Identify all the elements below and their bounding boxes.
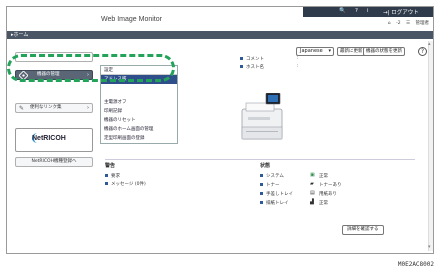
chevron-right-icon: › <box>87 72 89 78</box>
sidebar-device-label: 機器の管理 <box>37 72 60 77</box>
view-details-label: 詳細を確認する <box>347 227 379 232</box>
hostname-row: ホスト名 : <box>240 64 299 70</box>
comment-label: コメント <box>246 57 264 62</box>
bullet-icon <box>260 174 263 177</box>
device-management-icon <box>19 71 28 80</box>
sidebar-links-label: 便利なリンク集 <box>30 105 62 110</box>
ok-icon: ▣ <box>310 172 315 178</box>
vertical-scrollbar[interactable] <box>428 41 433 251</box>
header-toolbar: 🔍 ? i →| ログアウト <box>303 7 433 17</box>
alerts-title: 警告 <box>105 163 116 169</box>
status-bypass-label: 手差しトレイ <box>266 192 293 197</box>
bullet-icon <box>260 201 263 204</box>
status-toner-value: トナーあり <box>319 183 342 188</box>
image-code: M0E2AC8002 <box>397 261 434 268</box>
paper-icon: ▤ <box>310 190 315 196</box>
menu-item-print-log[interactable]: 印刷記録 <box>101 107 177 116</box>
help-button[interactable]: ? <box>418 47 427 56</box>
status-row-bypass-tray[interactable]: 手差しトレイ ▤ 用紙あり <box>260 190 400 197</box>
device-management-menu: 設定 アドレス帳 主電源オフ 印刷記録 機器のリセット 機器のホーム画面の管理 … <box>100 65 178 144</box>
sidebar-item-useful-links[interactable]: ✎ 便利なリンク集 › <box>15 103 93 113</box>
bullet-icon <box>260 183 263 186</box>
home-icon[interactable]: ⌂ <box>388 21 391 26</box>
user-label: 管理者 <box>415 21 430 26</box>
bullet-icon <box>260 192 263 195</box>
status-output-label: 排紙トレイ <box>266 201 289 206</box>
status-row-output-tray[interactable]: 排紙トレイ ▟ 正常 <box>260 199 400 206</box>
sidebar-blank <box>15 52 93 62</box>
menu-item-settings[interactable]: 設定 <box>101 66 177 75</box>
app-header: Web Image Monitor 🔍 ? i →| ログアウト ⌂ -2 ☰ … <box>7 7 433 31</box>
breadcrumb: ▸ホーム <box>7 31 433 39</box>
comment-row: コメント : <box>240 56 299 62</box>
netricoh-logo: NetRICOH <box>32 135 66 142</box>
help-label: ? <box>420 48 425 55</box>
netricoh-banner[interactable]: NetRICOH <box>15 128 93 152</box>
refresh-button[interactable]: 最新に更新 <box>337 47 366 56</box>
netricoh-register-button[interactable]: NetRICOH機種登録へ <box>15 157 93 167</box>
menu-item-home-screen[interactable]: 機器のホーム画面の管理 <box>101 125 177 134</box>
search-icon[interactable]: 🔍 <box>339 8 346 14</box>
help-icon[interactable]: ? <box>355 8 358 14</box>
logout-link[interactable]: →| ログアウト <box>383 8 419 16</box>
scroll-down-arrow-icon[interactable]: ▾ <box>428 244 431 250</box>
tray-icon: ▟ <box>310 199 314 205</box>
app-title: Web Image Monitor <box>101 16 162 23</box>
bullet-icon <box>105 174 108 177</box>
status-system-label: システム <box>266 174 284 179</box>
alert-request-label: 要求 <box>111 174 120 179</box>
status-bypass-value: 用紙あり <box>319 192 337 197</box>
bullet-icon <box>240 65 243 68</box>
header-sub: ⌂ -2 ☰ 管理者 <box>384 20 429 26</box>
view-details-button[interactable]: 詳細を確認する <box>342 225 384 235</box>
menu-gap <box>101 84 177 98</box>
toner-icon: ▰ <box>310 181 314 187</box>
zoom-control[interactable]: -2 <box>396 21 401 26</box>
refresh-label: 最新に更新 <box>340 49 363 54</box>
alert-item-messages[interactable]: メッセージ (0件) <box>105 181 146 187</box>
update-status-button[interactable]: 機器の状態を更新 <box>363 47 405 56</box>
menu-item-power-off[interactable]: 主電源オフ <box>101 98 177 107</box>
language-select[interactable]: Japanese ▾ <box>296 47 334 56</box>
chevron-down-icon: ▾ <box>328 48 331 54</box>
status-row-system[interactable]: システム ▣ 正常 <box>260 172 400 179</box>
status-title: 状態 <box>260 163 271 169</box>
chevron-right-icon: › <box>87 105 89 111</box>
menu-icon[interactable]: ☰ <box>406 21 410 26</box>
hostname-value: : <box>297 64 299 69</box>
language-value: Japanese <box>300 48 323 54</box>
menu-item-template-print[interactable]: 定型印刷画面の登録 <box>101 134 177 143</box>
hostname-label: ホスト名 <box>246 65 264 70</box>
bullet-icon <box>240 57 243 60</box>
alert-messages-label: メッセージ (0件) <box>111 182 146 187</box>
update-status-label: 機器の状態を更新 <box>366 49 402 54</box>
alert-item-request[interactable]: 要求 <box>105 173 120 179</box>
netricoh-register-label: NetRICOH機種登録へ <box>31 159 77 164</box>
status-system-value: 正常 <box>319 174 328 179</box>
comment-value: : <box>297 56 299 61</box>
status-row-toner[interactable]: トナー ▰ トナーあり <box>260 181 400 188</box>
bullet-icon <box>105 182 108 185</box>
scroll-up-arrow-icon[interactable]: ▴ <box>428 41 431 47</box>
sidebar-item-device-management[interactable]: 機器の管理 › <box>15 70 93 80</box>
status-output-value: 正常 <box>319 201 328 206</box>
menu-item-device-reset[interactable]: 機器のリセット <box>101 116 177 125</box>
browser-frame: Web Image Monitor 🔍 ? i →| ログアウト ⌂ -2 ☰ … <box>6 6 434 254</box>
status-toner-label: トナー <box>266 183 280 188</box>
menu-item-address-book[interactable]: アドレス帳 <box>101 75 177 84</box>
breadcrumb-home[interactable]: ▸ホーム <box>11 31 28 38</box>
printer-image <box>241 93 283 140</box>
info-icon[interactable]: i <box>367 8 369 14</box>
link-icon: ✎ <box>19 105 25 112</box>
